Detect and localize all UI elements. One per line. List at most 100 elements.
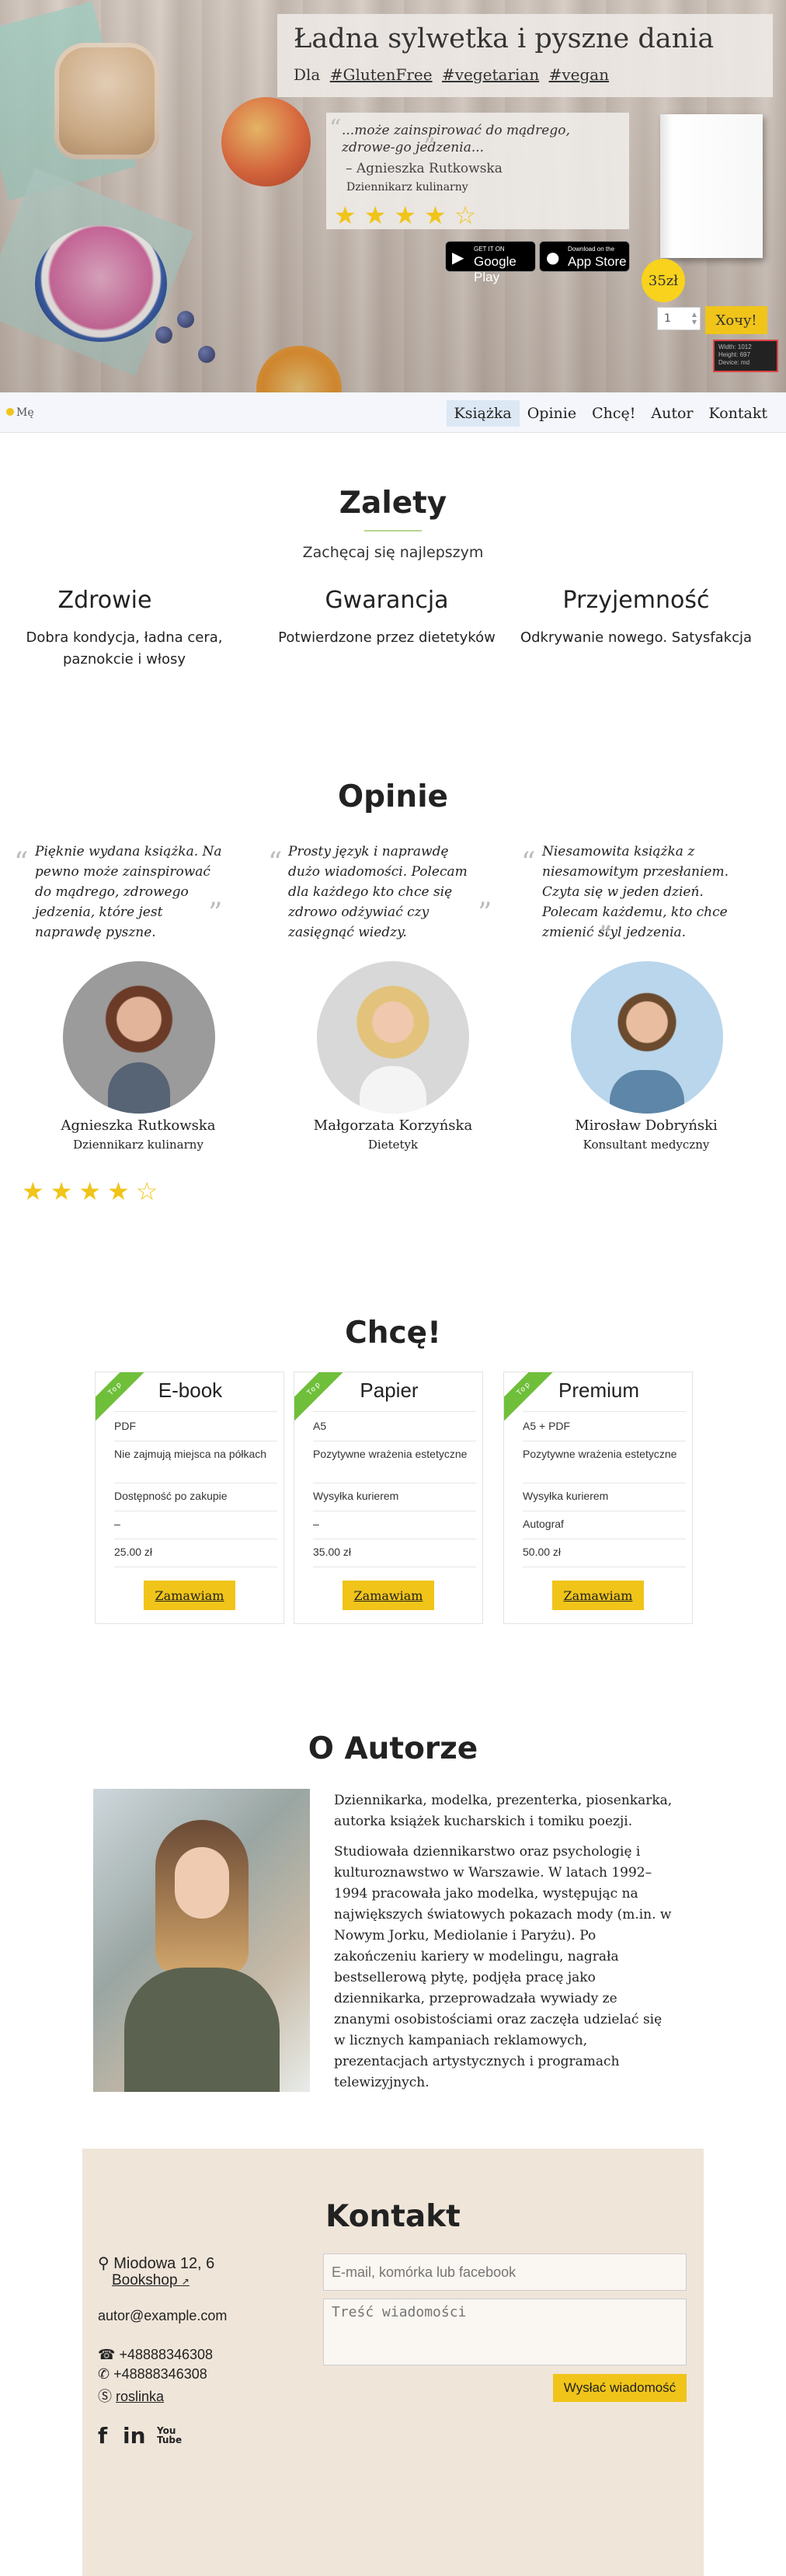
feature-title: Gwarancja [325, 587, 449, 614]
skype-link[interactable]: Ⓢ roslinka [98, 2386, 164, 2406]
opinion-author: Agnieszka Rutkowska [61, 1117, 216, 1134]
linkedin-icon[interactable]: in [123, 2423, 146, 2449]
plan-price: 50.00 zł [523, 1546, 562, 1558]
star-icon: ★ [22, 1176, 50, 1206]
facebook-icon[interactable]: f [98, 2423, 107, 2449]
whatsapp-number: +48888346308 [113, 2366, 207, 2382]
send-button[interactable]: Wysłać wiadomość [553, 2374, 687, 2402]
plan-feature: – [114, 1518, 120, 1530]
apple-icon: ● [546, 248, 560, 267]
app-store-label: App Store [568, 254, 627, 269]
device-height: Height: 697 [718, 351, 750, 358]
opinion-author: Mirosław Dobryński [575, 1117, 718, 1134]
opinion-author: Małgorzata Korzyńska [313, 1117, 473, 1134]
opinion-role: Konsultant medyczny [583, 1138, 710, 1152]
quote-close-mark: ” [423, 134, 436, 161]
plan-feature: Autograf [523, 1518, 564, 1530]
map-marker-icon: ⚲ [98, 2255, 110, 2272]
section-title-zalety: Zalety [339, 486, 447, 521]
avatar [571, 961, 723, 1114]
app-store-small-label: Download on the [568, 246, 615, 253]
tag-link[interactable]: #GlutenFree [330, 65, 433, 84]
phone-number: +48888346308 [119, 2347, 214, 2362]
buy-button[interactable]: Xoчy! [705, 306, 767, 334]
star-icon: ★ [50, 1176, 79, 1206]
hero-rating-stars: ★★★★☆ [334, 200, 484, 230]
logo[interactable]: Mę [6, 406, 34, 419]
quote-open-mark: “ [521, 847, 536, 879]
nav-item-autor[interactable]: Autor [643, 400, 701, 427]
quote-close-mark: ” [208, 898, 223, 929]
tag-link[interactable]: #vegan [549, 65, 610, 84]
opinion-role: Dietetyk [367, 1138, 419, 1152]
nav-item-chce[interactable]: Chcę! [584, 400, 643, 427]
author-bio-intro: Dziennikarka, modelka, prezenterka, pios… [334, 1793, 673, 1829]
opinion-text: Pięknie wydana książka. Na pewno może za… [35, 844, 222, 940]
star-icon: ★ [394, 200, 425, 230]
plan-feature: A5 [313, 1420, 327, 1432]
feature-desc: Potwierdzone przez dietetyków [278, 629, 496, 646]
opinion-role: Dziennikarz kulinarny [73, 1138, 203, 1152]
google-play-button[interactable]: ▶ GET IT ON Google Play [445, 241, 536, 284]
star-icon: ★ [424, 200, 454, 230]
plan-feature: Nie zajmują miejsca na półkach [114, 1448, 267, 1460]
section-title-autor: O Autorze [308, 1731, 478, 1766]
hero-title: Ładna sylwetka i pyszne dania [294, 23, 715, 54]
logo-text: Mę [16, 406, 34, 419]
logo-icon [6, 408, 14, 416]
contact-section: Kontakt ⚲ Miodowa 12, 6 Bookshop ↗ autor… [82, 2149, 704, 2576]
plan-title: Premium [558, 1379, 639, 1402]
google-play-icon: ▶ [452, 248, 464, 267]
section-title-chce: Chcę! [345, 1316, 441, 1351]
plan-card-ebook: Top E-book PDF Nie zajmują miejsca na pó… [95, 1372, 284, 1624]
hero-tags: Dla #GlutenFree #vegetarian #vegan [294, 65, 609, 84]
device-width: Width: 1012 [718, 343, 752, 350]
opinion-text: Niesamowita książka z niesamowitym przes… [542, 844, 729, 940]
hero-quote-role: Dziennikarz kulinarny [346, 181, 468, 193]
google-play-small-label: GET IT ON [474, 246, 505, 253]
message-field[interactable] [323, 2299, 687, 2365]
bookshop-link[interactable]: Bookshop ↗ [112, 2272, 190, 2289]
nav-menu: Książka Opinie Chcę! Autor Kontakt [446, 400, 775, 427]
quote-open-mark: “ [268, 847, 283, 879]
order-button[interactable]: Zamawiam [144, 1581, 235, 1610]
avatar [317, 961, 469, 1114]
star-empty-icon: ☆ [454, 200, 485, 230]
plan-feature: Dostępność po zakupie [114, 1490, 228, 1502]
phone-link[interactable]: ☎ +48888346308 [98, 2347, 213, 2363]
stepper-arrows-icon[interactable]: ▲ ▼ [692, 311, 697, 326]
feature-title: Zdrowie [57, 587, 152, 614]
price-badge: 35zł [642, 259, 685, 302]
star-icon: ★ [363, 200, 395, 230]
nav-item-ksiazka[interactable]: Książka [446, 400, 520, 427]
email-link[interactable]: autor@example.com [98, 2308, 227, 2324]
order-button[interactable]: Zamawiam [343, 1581, 434, 1610]
tag-link[interactable]: #vegetarian [442, 65, 539, 84]
external-link-icon: ↗ [181, 2276, 190, 2287]
email-field[interactable] [323, 2254, 687, 2291]
nav-item-kontakt[interactable]: Kontakt [701, 400, 775, 427]
feature-desc: Dobra kondycja, ładna cera, paznokcie i … [26, 629, 223, 668]
section-divider [364, 530, 422, 532]
feature-desc: Odkrywanie nowego. Satysfakcja [520, 629, 753, 646]
author-photo [93, 1789, 310, 2092]
hero-quote-text: ...może zainspirować do mądrego, zdrowe-… [342, 123, 570, 155]
plan-price: 35.00 zł [313, 1546, 352, 1558]
hero: Ładna sylwetka i pyszne dania Dla #Glute… [0, 0, 786, 392]
quantity-stepper[interactable]: 1 ▲ ▼ [657, 307, 701, 330]
youtube-icon[interactable]: You Tube [157, 2426, 182, 2445]
skype-name: roslinka [116, 2389, 165, 2404]
app-store-button[interactable]: ● Download on the App Store [539, 241, 630, 272]
plan-title: E-book [158, 1379, 223, 1402]
plan-feature: A5 + PDF [523, 1420, 571, 1432]
feature-title: Przyjemność [562, 587, 710, 614]
nav-item-opinie[interactable]: Opinie [520, 400, 584, 427]
plan-feature: – [313, 1518, 319, 1530]
quote-open-mark: “ [14, 847, 29, 879]
order-button[interactable]: Zamawiam [552, 1581, 644, 1610]
whatsapp-link[interactable]: ✆ +48888346308 [98, 2366, 207, 2383]
book-cover-image [660, 114, 763, 258]
section-subtitle: Zachęcaj się najlepszym [302, 544, 484, 561]
section-title-opinie: Opinie [337, 779, 449, 814]
author-bio: Studiowała dziennikarstwo oraz psycholog… [334, 1844, 672, 2090]
